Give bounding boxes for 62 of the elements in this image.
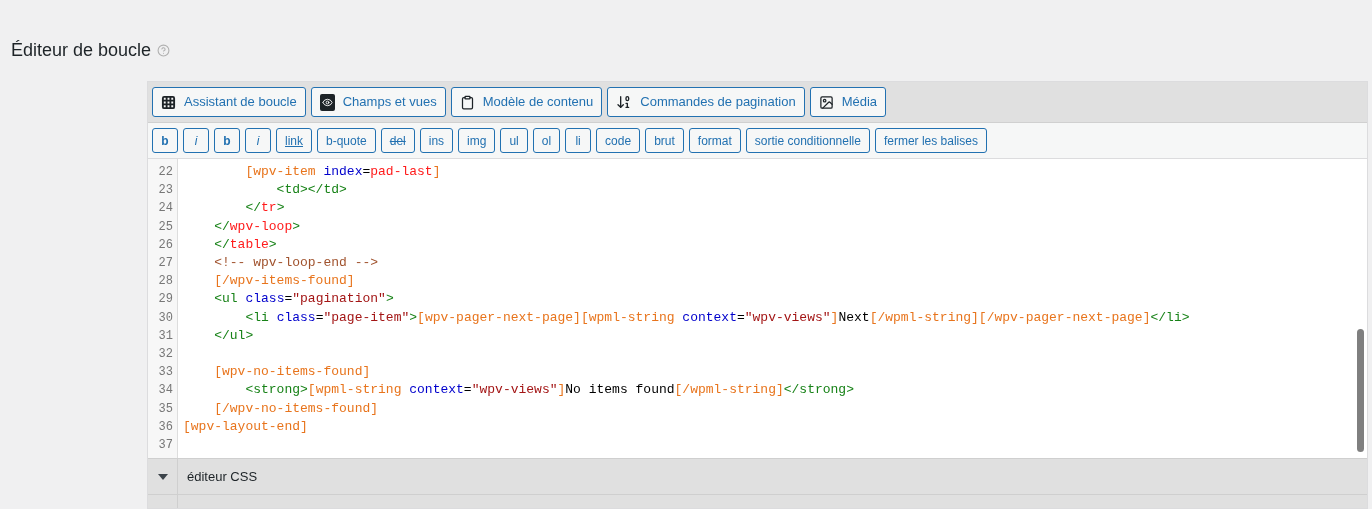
tag-button[interactable]: i [183,128,209,153]
code-line: [wpv-no-items-found] [213,363,371,382]
tag-button[interactable]: ul [500,128,528,153]
code-line: </tr> [244,199,285,218]
line-number: 23 [157,182,174,200]
help-icon[interactable] [157,44,171,57]
tag-button[interactable]: fermer les balises [874,128,987,153]
tag-button[interactable]: ol [532,128,561,153]
tag-button[interactable]: code [596,128,641,153]
code-line: <ul class="pagination"> [213,290,394,309]
toolbar-button[interactable]: Commandes de pagination [607,87,805,117]
code-line: <strong>[wpml-string context="wpv-views"]No items found[/wpml-string]</strong> [244,381,854,400]
line-number: 31 [157,327,174,345]
line-number: 37 [157,437,174,455]
tag-button[interactable]: i [245,128,271,153]
tag-button[interactable]: del [380,128,415,153]
tag-button[interactable]: ins [419,128,454,153]
line-number: 28 [157,273,174,291]
code-line: [wpv-item index=pad-last] [244,163,441,181]
page-title: Éditeur de boucle [11,39,152,62]
code-line: <!-- wpv-loop-end --> [213,254,379,272]
tag-button[interactable]: b [152,128,178,153]
tag-button[interactable]: b [214,128,240,153]
tag-button[interactable]: sortie conditionnelle [745,128,870,153]
code-line: </wpv-loop> [213,217,301,236]
line-number: 34 [157,382,174,400]
toolbar-button[interactable]: Assistant de boucle [152,87,306,117]
toolbar-button[interactable]: Média [809,87,887,117]
collapsible-section-header[interactable]: éditeur CSS [148,458,1367,494]
line-number: 33 [157,364,174,382]
line-number: 29 [157,291,174,309]
line-number: 22 [157,164,174,181]
tag-button[interactable]: img [458,128,496,153]
tag-button[interactable]: format [688,128,741,153]
code-line: </ul> [213,326,254,345]
line-number: 26 [157,236,174,254]
calendar-eye-icon [319,93,335,111]
tag-button[interactable]: brut [645,128,684,153]
tag-button[interactable]: li [565,128,592,153]
grid-icon [161,94,176,110]
line-number: 30 [157,309,174,327]
line-number: 35 [157,400,174,418]
toolbar-button[interactable]: Modèle de contenu [450,87,603,117]
clipboard-icon [459,94,475,110]
line-number: 24 [157,200,174,218]
caret-icon [157,473,168,480]
scrollbar-thumb[interactable] [1357,329,1364,452]
section-title: éditeur CSS [186,467,258,486]
code-line: [wpv-layout-end] [183,417,308,436]
code-line: <td></td> [275,181,347,200]
toolbar-button[interactable]: Champs et vues [310,87,446,117]
code-line: </table> [213,235,277,254]
tag-button[interactable]: link [276,128,312,153]
line-number: 32 [157,346,174,364]
line-number: 36 [157,418,174,436]
image-icon [818,94,834,110]
line-number: 25 [157,218,174,236]
tag-button[interactable]: b-quote [317,128,376,153]
code-line: [/wpv-no-items-found] [213,399,379,418]
line-number: 27 [157,255,174,272]
code-line: [/wpv-items-found] [213,272,355,291]
code-line: <li class="page-item">[wpv-pager-next-page][wpml-string context="wpv-views"]Next[/wpml-string][/wpv-pager-next-page]</li> [244,308,1190,327]
